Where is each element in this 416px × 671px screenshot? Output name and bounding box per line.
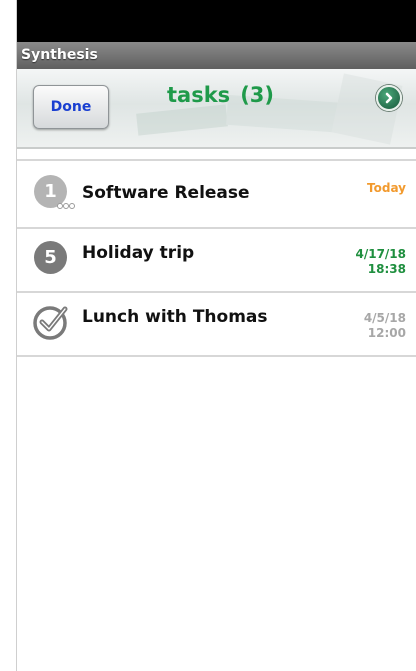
chevron-right-icon (385, 92, 393, 104)
next-button[interactable] (376, 85, 402, 111)
status-bar (17, 0, 416, 42)
task-list: 1 Software Release Today 5 Holiday trip … (17, 159, 416, 357)
task-row-lunch-with-thomas[interactable]: Lunch with Thomas 4/5/18 12:00 (17, 293, 416, 357)
device-frame-left (0, 0, 16, 671)
task-date: Today (367, 181, 406, 196)
task-title: Holiday trip (82, 243, 195, 263)
tasks-count: (3) (240, 83, 274, 107)
task-title: Software Release (82, 183, 250, 203)
task-badge-number: 1 (44, 181, 57, 202)
task-date-line1: Today (367, 181, 406, 195)
subtasks-dots-icon (57, 203, 75, 211)
app-title: Synthesis (21, 47, 98, 63)
task-row-software-release[interactable]: 1 Software Release Today (17, 159, 416, 229)
task-badge-number: 5 (44, 247, 57, 268)
tasks-header: tasks (3) (167, 83, 274, 107)
task-date: 4/5/18 12:00 (364, 311, 406, 341)
task-date-line2: 18:38 (367, 262, 406, 276)
checkmark-circle-icon[interactable] (32, 303, 70, 341)
app-title-bar: Synthesis (17, 42, 416, 69)
task-title: Lunch with Thomas (82, 307, 268, 327)
task-date-line2: 12:00 (367, 326, 406, 340)
task-date-line1: 4/5/18 (363, 311, 406, 325)
task-date-line1: 4/17/18 (355, 247, 406, 261)
task-date: 4/17/18 18:38 (355, 247, 406, 277)
done-button-label: Done (50, 99, 92, 115)
task-row-holiday-trip[interactable]: 5 Holiday trip 4/17/18 18:38 (17, 229, 416, 293)
number-badge-icon: 5 (34, 241, 67, 274)
done-button[interactable]: Done (33, 85, 109, 129)
tasks-title: tasks (167, 83, 231, 107)
toolbar: Done tasks (3) (17, 69, 416, 149)
app-screen: Synthesis Done tasks (3) 1 Software Rele… (16, 0, 416, 671)
